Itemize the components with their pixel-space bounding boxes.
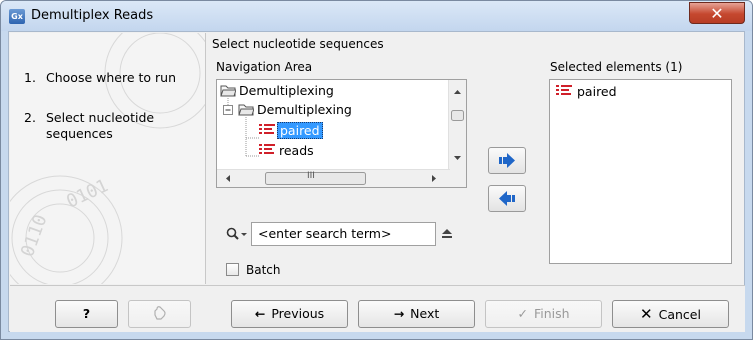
vertical-scrollbar[interactable] [448,80,466,170]
search-icon[interactable] [226,227,248,241]
dialog-window: Gx Demultiplex Reads ✕ 0101 0110 1. Choo… [0,0,753,340]
title-bar[interactable]: Gx Demultiplex Reads ✕ [1,1,752,31]
add-to-selection-button[interactable] [488,147,526,174]
next-button[interactable]: → Next [358,300,475,328]
search-options-icon[interactable] [439,226,455,242]
step-number: 1. [24,70,36,85]
horizontal-scrollbar[interactable]: III [217,169,450,187]
app-logo-icon: Gx [9,9,25,24]
sequence-list-icon [259,124,275,134]
cancel-x-icon: ✕ [640,305,653,323]
arrow-left-icon: ← [254,306,266,321]
help-button[interactable]: ? [55,300,118,328]
dialog-body: 0101 0110 1. Choose where to run 2. Sele… [8,31,745,332]
step-label: Choose where to run [46,70,176,85]
step-label: Select nucleotide sequences [46,110,155,141]
section-heading: Select nucleotide sequences [212,37,384,51]
arrow-left-icon [499,191,515,206]
wizard-steps-panel: 0101 0110 1. Choose where to run 2. Sele… [10,33,206,284]
cancel-button[interactable]: ✕ Cancel [612,300,729,328]
sequence-list-icon [259,144,275,154]
reset-icon [153,306,166,320]
search-input[interactable]: <enter search term> [251,222,436,246]
scrollbar-corner [449,170,466,187]
folder-icon [238,104,255,116]
vertical-scrollbar-arrows [451,90,464,160]
remove-from-selection-button[interactable] [488,185,526,212]
selected-item-paired[interactable]: paired [556,84,617,99]
batch-label: Batch [246,263,281,277]
navigation-area-label: Navigation Area [216,60,313,74]
checkmark-icon: ✓ [517,306,528,321]
content-panel: Select nucleotide sequences Navigation A… [206,33,744,284]
finish-label: Finish [533,306,570,321]
selected-elements-label: Selected elements (1) [550,60,683,74]
tree-item-label: Demultiplexing [257,102,352,117]
finish-button[interactable]: ✓ Finish [485,300,602,328]
previous-button[interactable]: ← Previous [231,300,348,328]
cancel-label: Cancel [658,307,701,322]
close-icon: ✕ [710,4,724,23]
scroll-thumb-grip: III [307,171,315,181]
tree-item-reads[interactable]: reads [259,143,314,158]
selected-item-label: paired [577,84,617,99]
tree-item-demultiplexing-folder[interactable]: Demultiplexing [238,102,352,117]
arrow-right-icon: → [393,306,405,321]
selected-elements-list[interactable]: paired [549,79,732,264]
batch-checkbox[interactable] [226,263,239,276]
horizontal-scrollbar-arrows [226,172,436,185]
navigation-tree[interactable]: Demultiplexing Demultiplexing paired rea… [216,79,467,188]
button-bar: ? ← Previous → Next ✓ Finish ✕ Cancel [10,285,745,332]
window-title: Demultiplex Reads [31,8,154,23]
svg-text:0110: 0110 [17,212,52,260]
svg-text:0101: 0101 [63,175,111,212]
search-placeholder: <enter search term> [258,226,392,241]
arrow-right-icon [499,153,515,168]
reset-button[interactable] [128,300,191,328]
tree-item-label: reads [279,143,314,158]
tree-item-label: paired [277,122,323,139]
previous-label: Previous [271,306,325,321]
tree-item-paired[interactable]: paired [259,122,323,139]
close-button[interactable]: ✕ [689,2,745,24]
sequence-list-icon [556,85,572,95]
step-number: 2. [24,110,36,125]
help-label: ? [82,306,91,321]
next-label: Next [410,306,440,321]
